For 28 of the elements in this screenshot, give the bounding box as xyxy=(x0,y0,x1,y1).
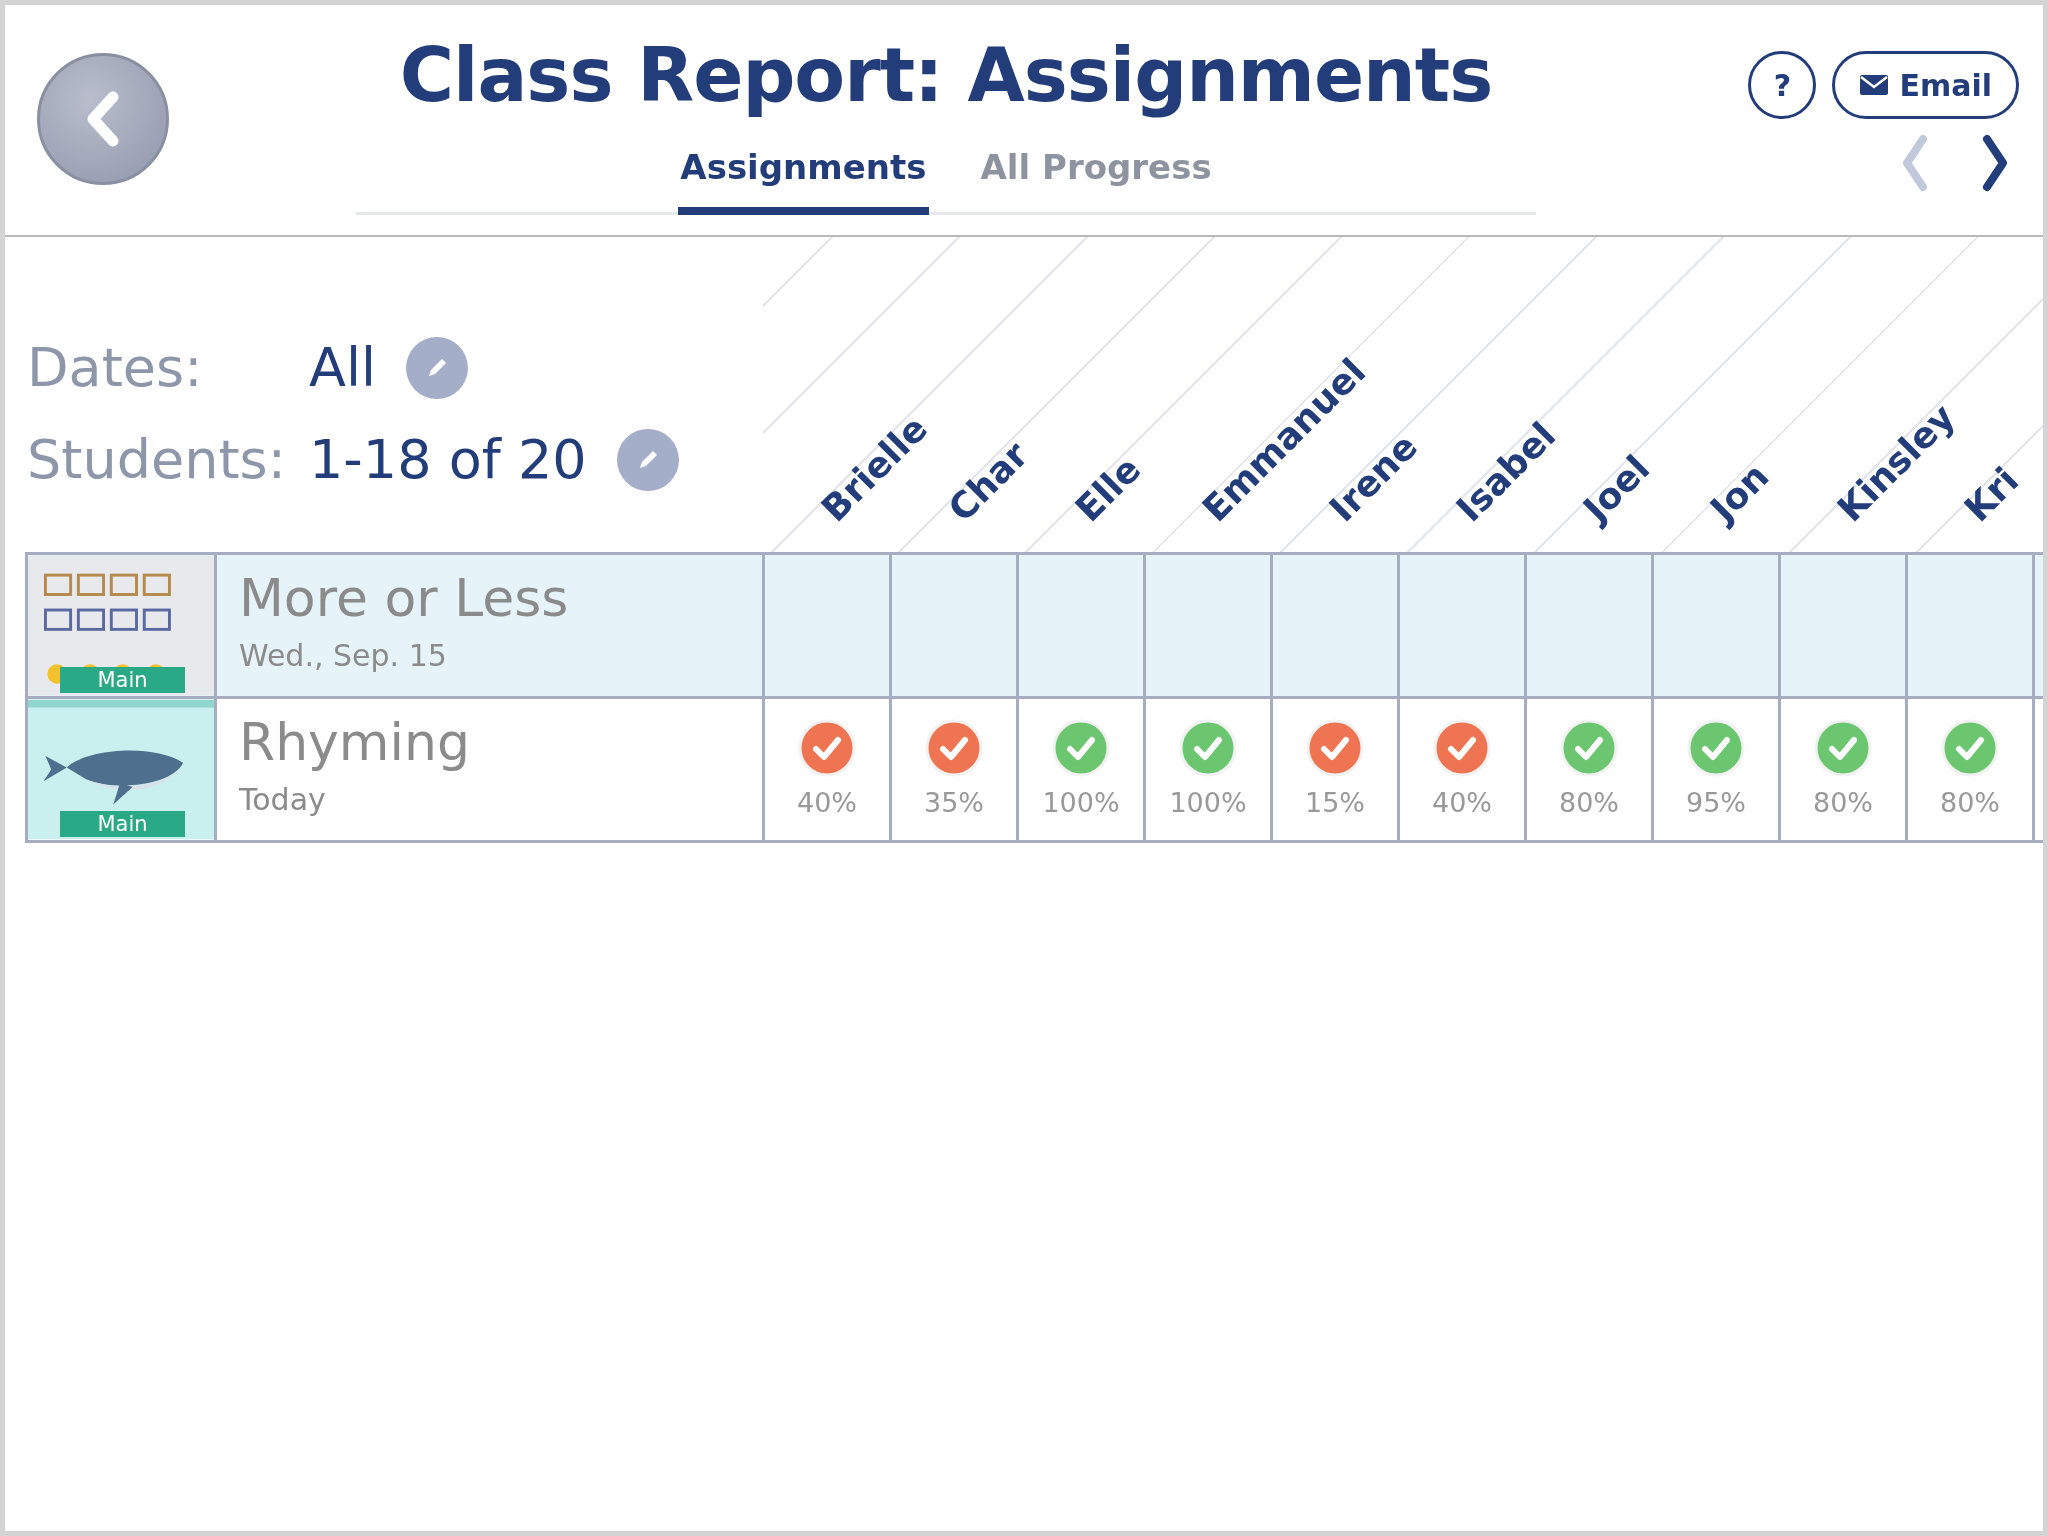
envelope-icon xyxy=(1859,74,1890,96)
score-text: 40% xyxy=(1432,786,1492,820)
filter-value: 1-18 of 20 xyxy=(309,433,587,487)
filter-label: Students: xyxy=(27,433,287,487)
tab[interactable]: Assignments xyxy=(678,141,929,215)
score-text: 95% xyxy=(1686,786,1746,820)
score-text: 80% xyxy=(1559,786,1619,820)
score-text: 100% xyxy=(1042,786,1120,820)
email-button[interactable]: Email xyxy=(1832,51,2019,119)
score-text: 80% xyxy=(1940,786,2000,820)
student-name: Elle xyxy=(1069,450,1148,528)
assignment-date: Today xyxy=(239,780,327,819)
filter-label: Dates: xyxy=(27,341,204,395)
score-text: 80% xyxy=(1813,786,1873,820)
tag-label: Main xyxy=(60,811,185,837)
assignment-name: Rhyming xyxy=(239,711,471,774)
page-title: Class Report: Assignments xyxy=(399,31,1493,120)
student-name: Kri xyxy=(1958,461,2025,528)
assignment-date: Wed., Sep. 15 xyxy=(239,636,448,675)
score-text: 40% xyxy=(797,786,857,820)
assignment-name: More or Less xyxy=(239,567,570,630)
filter-value: All xyxy=(309,341,376,395)
score-text: 100% xyxy=(1169,786,1247,820)
help-button[interactable]: ? xyxy=(1748,51,1817,119)
student-name: Jon xyxy=(1704,457,1776,528)
score-text: 15% xyxy=(1305,786,1365,820)
score-text: 35% xyxy=(924,786,984,820)
tag-label: Main xyxy=(60,667,185,693)
